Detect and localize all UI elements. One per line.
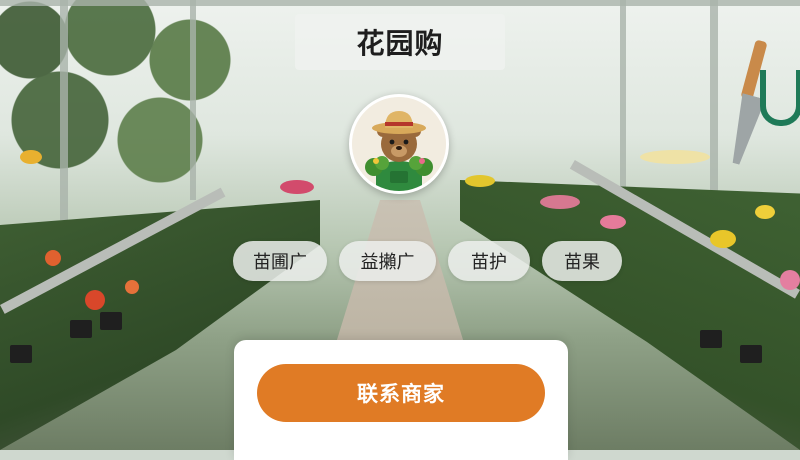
category-chip[interactable]: 苗护 xyxy=(448,241,530,281)
category-chip[interactable]: 益攋广 xyxy=(339,241,436,281)
plant-pot xyxy=(740,345,762,363)
action-card: 联系商家 xyxy=(234,340,568,460)
plant-pot xyxy=(70,320,92,338)
tomato xyxy=(45,250,61,266)
avatar[interactable] xyxy=(349,94,449,194)
page-title: 花园购 xyxy=(356,27,444,60)
white-flower xyxy=(640,150,710,164)
hose xyxy=(760,70,800,126)
plant-pot xyxy=(700,330,722,348)
category-chip[interactable]: 苗圃广 xyxy=(233,241,327,281)
bear-gardener-icon xyxy=(352,97,446,191)
category-label: 益攋广 xyxy=(360,252,415,273)
yellow-flower xyxy=(465,175,495,187)
pink-flower xyxy=(780,270,800,290)
category-label: 苗护 xyxy=(471,252,507,273)
category-label: 苗圃广 xyxy=(253,252,307,273)
pink-flower xyxy=(600,215,626,229)
plant-pot xyxy=(100,312,122,330)
roof-post xyxy=(710,0,718,210)
header: 花园购 xyxy=(295,14,505,70)
yellow-flower xyxy=(20,150,42,164)
roof-post xyxy=(190,0,196,200)
yellow-flower xyxy=(755,205,775,219)
pink-flower xyxy=(280,180,314,194)
roof-post xyxy=(620,0,626,190)
plant-pot xyxy=(10,345,32,363)
category-label: 苗果 xyxy=(564,252,600,273)
roof-beam xyxy=(0,0,800,6)
tomato xyxy=(85,290,105,310)
tomato xyxy=(125,280,139,294)
pink-flower xyxy=(540,195,580,209)
roof-post xyxy=(60,0,68,220)
yellow-flower xyxy=(710,230,736,248)
contact-merchant-button[interactable]: 联系商家 xyxy=(257,364,545,422)
category-chip[interactable]: 苗果 xyxy=(542,241,622,281)
